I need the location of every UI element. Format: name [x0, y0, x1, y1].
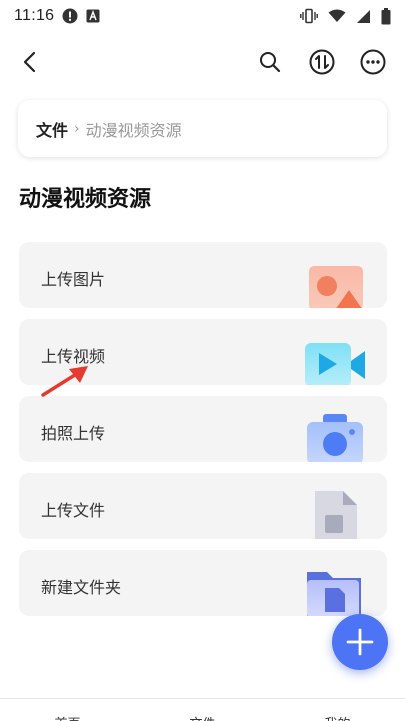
upload-image-item[interactable]: 上传图片: [19, 242, 387, 308]
annotation-arrow-icon: [40, 364, 90, 398]
image-icon: [305, 256, 367, 308]
breadcrumb-current: 动漫视频资源: [85, 120, 182, 140]
bottom-nav: 首页 文件 我的: [0, 698, 405, 721]
action-label: 拍照上传: [41, 424, 106, 443]
video-camera-icon: [305, 333, 367, 385]
breadcrumb-root[interactable]: 文件: [36, 117, 68, 141]
file-icon: [305, 487, 367, 539]
signal-icon: [356, 9, 371, 24]
take-photo-item[interactable]: 拍照上传: [19, 396, 387, 462]
breadcrumb-separator: ›: [74, 120, 80, 137]
action-list: 上传图片 上传视频 拍照上传 上传文件 新建文件夹: [19, 242, 387, 627]
a-square-icon: [86, 9, 100, 23]
search-icon[interactable]: [254, 46, 286, 78]
battery-icon: [381, 7, 391, 25]
vibrate-icon: [300, 8, 318, 24]
plus-icon: [332, 614, 388, 670]
folder-icon: [305, 564, 367, 616]
wifi-icon: [328, 9, 346, 23]
action-label: 上传文件: [41, 501, 106, 520]
camera-icon: [305, 410, 367, 462]
alert-circle-icon: [62, 8, 78, 24]
sort-icon[interactable]: [306, 46, 338, 78]
page-title: 动漫视频资源: [19, 187, 152, 212]
action-label: 新建文件夹: [41, 578, 122, 597]
top-bar: [0, 40, 405, 86]
status-bar: 11:16: [0, 0, 405, 32]
add-button[interactable]: [332, 614, 388, 670]
new-folder-item[interactable]: 新建文件夹: [19, 550, 387, 616]
back-arrow-icon[interactable]: [14, 46, 46, 78]
action-label: 上传图片: [41, 270, 106, 289]
breadcrumb: 文件 › 动漫视频资源: [18, 100, 387, 157]
upload-file-item[interactable]: 上传文件: [19, 473, 387, 539]
status-time: 11:16: [14, 7, 55, 24]
more-icon[interactable]: [357, 46, 389, 78]
